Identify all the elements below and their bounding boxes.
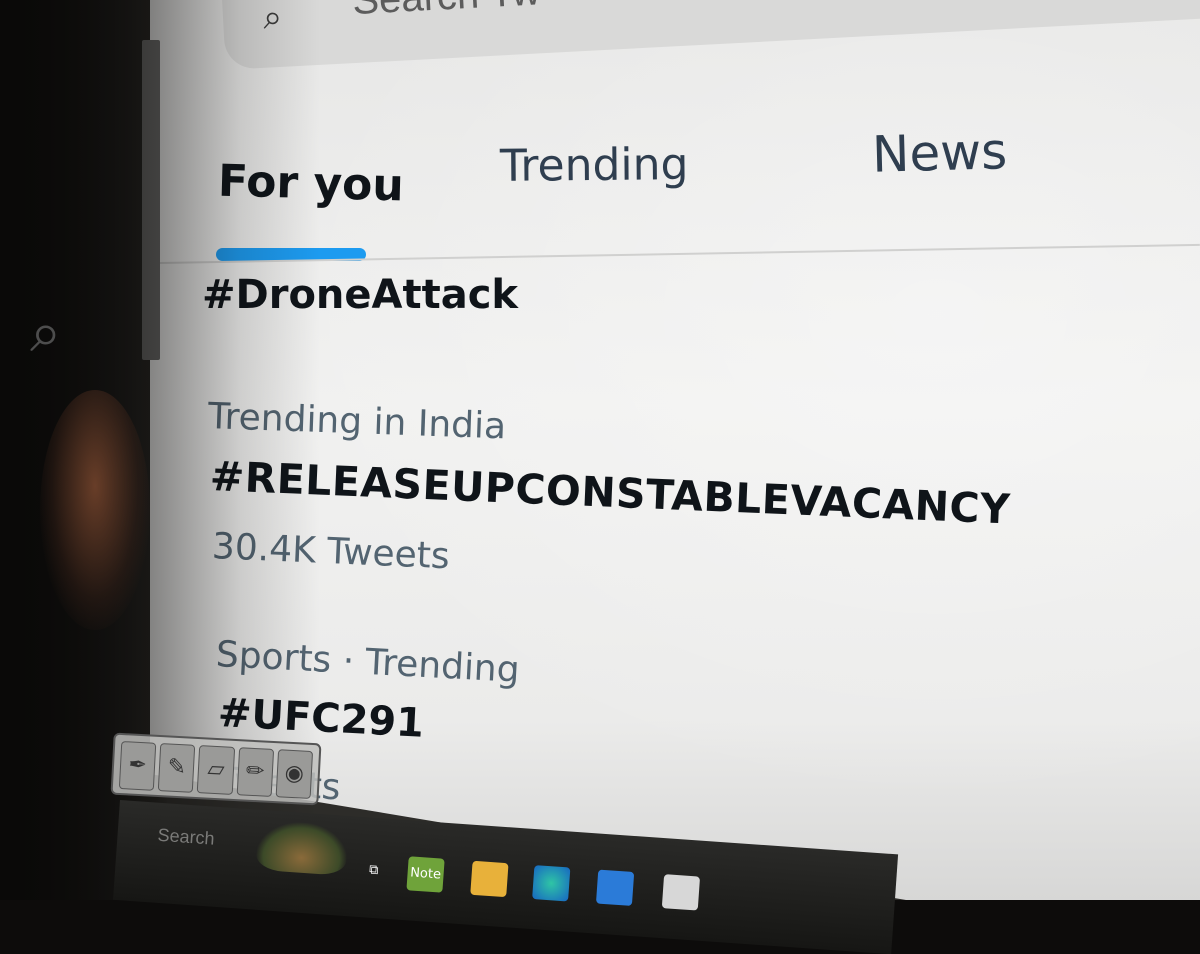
taskbar-search[interactable]: Search (157, 825, 215, 850)
mail-icon[interactable] (595, 869, 635, 906)
pen-icon[interactable]: ✒ (118, 741, 157, 791)
scrollbar[interactable] (142, 40, 160, 360)
search-icon: ⌕ (262, 0, 284, 38)
mouse-icon[interactable]: ◉ (275, 749, 314, 799)
search-icon[interactable]: ⌕ (30, 300, 61, 366)
tab-trending[interactable]: Trending (500, 139, 689, 192)
task-view-icon[interactable]: ⧉ (355, 853, 393, 889)
eraser-icon[interactable]: ▱ (197, 745, 235, 795)
pencil-icon[interactable]: ✏ (236, 747, 274, 797)
trend-hashtag[interactable]: #DroneAttack (202, 272, 518, 318)
edge-browser-icon[interactable] (532, 865, 571, 902)
tab-news[interactable]: News (871, 122, 1008, 184)
search-highlight-icon[interactable] (255, 819, 349, 876)
marker-icon[interactable]: ✎ (157, 743, 196, 793)
store-icon[interactable] (661, 874, 701, 911)
notes-app-icon[interactable]: Note (406, 856, 445, 893)
file-explorer-icon[interactable] (470, 860, 509, 898)
pen-toolbar: ✒ ✎ ▱ ✏ ◉ (110, 732, 322, 806)
tab-for-you[interactable]: For you (217, 156, 404, 212)
search-placeholder: Search Tw (351, 0, 541, 24)
